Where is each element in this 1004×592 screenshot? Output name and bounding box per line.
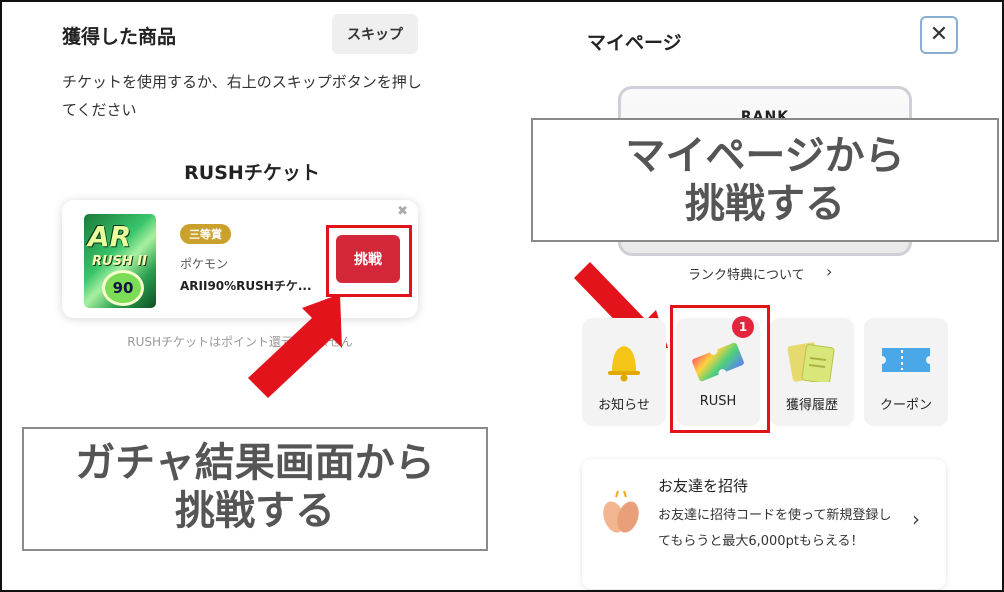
thumbnail-90-text: 90 xyxy=(102,270,144,306)
ticket-thumbnail: AR RUSH II 90 xyxy=(84,214,156,308)
card-close-icon[interactable]: ✖ xyxy=(397,204,408,219)
tile-label-coupon: クーポン xyxy=(879,398,932,413)
tile-label-history: 獲得履歴 xyxy=(785,398,838,413)
callout-left-line1: ガチャ結果画面から xyxy=(75,440,435,486)
tile-history[interactable]: 獲得履歴 xyxy=(770,318,854,426)
callout-mypage: マイページから 挑戦する xyxy=(531,118,999,242)
challenge-button[interactable]: 挑戦 xyxy=(336,235,400,283)
cards-icon xyxy=(787,342,835,382)
rush-ticket-heading: RUSHチケット xyxy=(184,162,320,184)
instruction-text: チケットを使用するか、右上のスキップボタンを押してください xyxy=(62,73,422,119)
skip-button[interactable]: スキップ xyxy=(332,14,418,54)
bell-icon xyxy=(608,346,640,382)
callout-right-line2: 挑戦する xyxy=(685,181,845,227)
invite-friends-title: お友達を招待 xyxy=(658,477,749,495)
clapping-hands-icon xyxy=(603,490,639,533)
tile-coupon[interactable]: クーポン xyxy=(864,318,948,426)
callout-right-line1: マイページから xyxy=(625,133,905,179)
close-button[interactable]: ✕ xyxy=(920,16,958,54)
prize-rank-badge: 三等賞 xyxy=(180,224,231,244)
tile-notifications[interactable]: お知らせ xyxy=(582,318,666,426)
rank-benefits-link[interactable]: ランク特典について xyxy=(688,264,805,283)
callout-left-line2: 挑戦する xyxy=(175,488,335,534)
acquired-items-title: 獲得した商品 xyxy=(62,26,177,48)
invite-friends-description: お友達に招待コードを使って新規登録してもらうと最大6,000ptもらえる！ xyxy=(658,508,892,549)
mypage-title: マイページ xyxy=(587,32,682,54)
thumbnail-ar-text: AR xyxy=(88,220,132,253)
chevron-right-icon: › xyxy=(826,262,833,281)
rush-highlight-box xyxy=(670,305,770,433)
tile-label-notifications: お知らせ xyxy=(598,398,650,413)
invite-friends-card[interactable]: お友達を招待 お友達に招待コードを使って新規登録してもらうと最大6,000ptも… xyxy=(582,459,946,589)
coupon-icon xyxy=(882,348,930,372)
callout-gacha-result: ガチャ結果画面から 挑戦する xyxy=(22,427,488,551)
left-red-arrow-icon xyxy=(248,294,342,398)
thumbnail-rush-text: RUSH II xyxy=(92,254,148,269)
chevron-right-icon: › xyxy=(912,507,920,531)
ticket-category: ポケモン xyxy=(180,257,229,271)
